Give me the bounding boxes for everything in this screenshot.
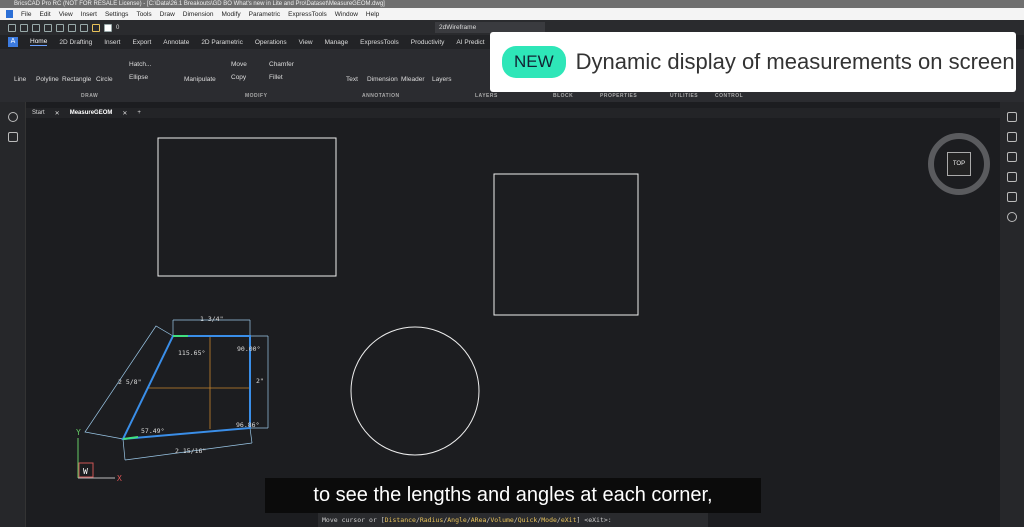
- navcube-top[interactable]: TOP: [947, 152, 971, 176]
- dim-left: 2 5/8": [118, 378, 141, 386]
- option-volume[interactable]: Volume: [490, 516, 513, 524]
- svg-text:W: W: [83, 467, 88, 476]
- option-mode[interactable]: Mode: [541, 516, 557, 524]
- dim-right: 2": [256, 377, 264, 385]
- dim-bottom: 2 15/16": [175, 447, 206, 455]
- svg-text:X: X: [117, 474, 122, 483]
- command-line[interactable]: Move cursor or [Distance/Radius/Angle/AR…: [318, 513, 708, 527]
- option-exit[interactable]: eXit: [561, 516, 577, 524]
- dim-top: 1 3/4": [200, 315, 223, 323]
- rectangle-2: [493, 173, 639, 316]
- svg-text:Y: Y: [76, 428, 81, 437]
- rectangle-1: [157, 137, 337, 277]
- measure-overlay: 1 3/4" 2 5/8" 2" 2 15/16" 115.65° 90.00°…: [84, 315, 269, 461]
- angle-2: 90.00°: [237, 345, 260, 353]
- new-badge: NEW: [502, 46, 566, 78]
- option-quick[interactable]: Quick: [518, 516, 538, 524]
- angle-3: 57.49°: [141, 427, 164, 435]
- ucs-icon: Y X W: [76, 428, 122, 483]
- option-area[interactable]: ARea: [471, 516, 487, 524]
- option-radius[interactable]: Radius: [420, 516, 443, 524]
- callout-text: Dynamic display of measurements on scree…: [575, 49, 1015, 74]
- circle-shape: [350, 326, 480, 456]
- option-angle[interactable]: Angle: [447, 516, 467, 524]
- feature-callout: NEW Dynamic display of measurements on s…: [490, 32, 1016, 92]
- video-subtitle: to see the lengths and angles at each co…: [265, 478, 761, 513]
- angle-4: 96.86°: [236, 421, 259, 429]
- navigation-cube[interactable]: TOP: [928, 133, 990, 195]
- option-distance[interactable]: Distance: [385, 516, 416, 524]
- angle-1: 115.65°: [178, 349, 205, 357]
